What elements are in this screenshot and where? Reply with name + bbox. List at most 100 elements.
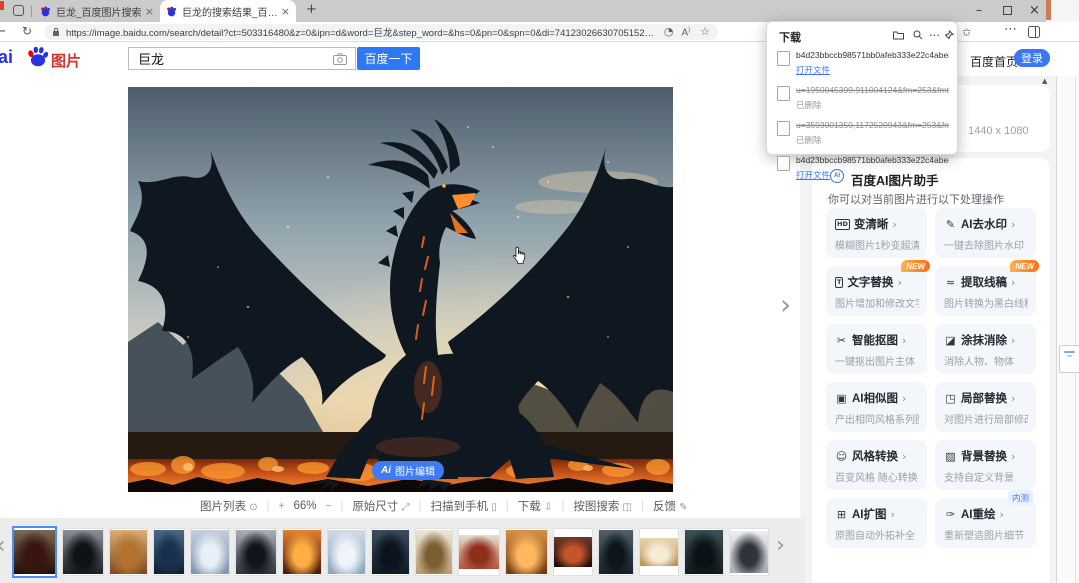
tool-name: 局部替换 bbox=[961, 390, 1007, 406]
image-list-button[interactable]: 图片列表 ⊙ bbox=[200, 498, 258, 514]
chevron-right-icon: › bbox=[1011, 334, 1015, 347]
tab-close-icon[interactable]: × bbox=[281, 6, 290, 17]
download-item[interactable]: u=1950045399,911004124&fm=253&fmt=auto&a… bbox=[767, 81, 957, 116]
thumbnail-image bbox=[416, 530, 452, 574]
search-button[interactable]: 百度一下 bbox=[357, 47, 420, 70]
edge-widget[interactable] bbox=[1059, 345, 1079, 373]
tool-name: 文字替换 bbox=[847, 274, 893, 290]
feedback-button[interactable]: 反馈 ✎ bbox=[653, 498, 688, 514]
download-icon: ⇩ bbox=[544, 502, 552, 513]
chevron-right-icon: › bbox=[891, 508, 895, 521]
image-list-icon: ⊙ bbox=[249, 502, 257, 513]
ai-tool-card[interactable]: NEW T 文字替换 › 图片增加和修改文字 bbox=[826, 266, 927, 316]
ai-tool-card[interactable]: ☺ 风格转换 › 百变风格 随心转换 bbox=[826, 440, 927, 490]
thumbnail-item[interactable] bbox=[235, 528, 277, 576]
sidebar-toggle-icon[interactable] bbox=[1028, 26, 1040, 38]
open-folder-icon[interactable] bbox=[893, 30, 904, 40]
original-size-button[interactable]: 原始尺寸 ⤢ bbox=[352, 498, 409, 514]
zoom-in-button[interactable]: + bbox=[279, 501, 285, 512]
browser-tab[interactable]: 巨龙_百度图片搜索 × bbox=[34, 0, 160, 22]
pin-downloads-icon[interactable] bbox=[944, 30, 954, 40]
tool-name: 背景替换 bbox=[961, 448, 1007, 464]
thumbnail-item[interactable] bbox=[553, 528, 593, 576]
thumbs-next-chevron[interactable]: › bbox=[776, 533, 785, 558]
thumbnail-item[interactable] bbox=[371, 528, 410, 576]
thumbnail-item[interactable] bbox=[458, 528, 500, 576]
thumbnail-item[interactable] bbox=[327, 528, 366, 576]
search-input[interactable]: 巨龙 bbox=[128, 47, 356, 70]
thumbnail-item[interactable] bbox=[153, 528, 185, 576]
thumbnail-item[interactable] bbox=[282, 528, 322, 576]
refresh-icon[interactable]: ↻ bbox=[22, 24, 32, 38]
thumbnail-item[interactable] bbox=[109, 528, 148, 576]
search-by-image-button[interactable]: 按图搜索 ◫ bbox=[573, 498, 632, 514]
ai-tool-card[interactable]: NEW ≈ 提取线稿 › 图片转换为黑白线稿 bbox=[935, 266, 1036, 316]
tab-close-icon[interactable]: × bbox=[145, 6, 154, 17]
thumbnail-item[interactable] bbox=[62, 528, 104, 576]
download-status[interactable]: 已删除 bbox=[796, 134, 822, 146]
download-item[interactable]: u=3593001350,1172520943&fm=253&fmt=auto&… bbox=[767, 116, 957, 151]
baidu-home-link[interactable]: 百度首页 bbox=[970, 53, 1018, 70]
thumbnail-item[interactable] bbox=[505, 528, 548, 576]
ai-tool-card[interactable]: ▣ AI相似图 › 产出相同风格系列图 bbox=[826, 382, 927, 432]
thumbnail-item[interactable] bbox=[190, 528, 230, 576]
download-status[interactable]: 打开文件 bbox=[796, 169, 830, 181]
ai-tool-card[interactable]: ⊞ AI扩图 › 原图自动外拓补全 bbox=[826, 498, 927, 548]
thumbnail-item[interactable] bbox=[729, 528, 769, 576]
download-status[interactable]: 已删除 bbox=[796, 99, 822, 111]
next-image-chevron[interactable]: › bbox=[780, 288, 791, 321]
main-image-dragon[interactable] bbox=[128, 87, 673, 492]
more-menu-icon[interactable]: ⋯ bbox=[1004, 22, 1017, 37]
search-downloads-icon[interactable] bbox=[913, 30, 923, 40]
ai-tool-card[interactable]: ✂ 智能抠图 › 一键抠出图片主体 bbox=[826, 324, 927, 374]
tab-title: 巨龙_百度图片搜索 bbox=[56, 4, 142, 19]
immersive-reader-icon[interactable]: ◔ bbox=[664, 24, 674, 40]
thumbnail-image bbox=[372, 530, 409, 574]
thumbnail-item[interactable] bbox=[598, 528, 634, 576]
window-minimize-button[interactable]: – bbox=[976, 3, 982, 17]
thumbs-prev-chevron[interactable]: ‹ bbox=[0, 531, 6, 559]
address-bar[interactable]: https://image.baidu.com/search/detail?ct… bbox=[44, 24, 718, 40]
collections-icon[interactable]: ✩ bbox=[962, 26, 971, 39]
window-close-button[interactable]: × bbox=[1029, 3, 1040, 18]
thumbnail-image bbox=[236, 530, 276, 574]
tool-description: 产出相同风格系列图 bbox=[835, 411, 919, 426]
ai-image-edit-button[interactable]: Ai 图片编辑 bbox=[372, 461, 444, 480]
read-aloud-icon[interactable]: A) bbox=[681, 22, 690, 41]
ai-tool-card[interactable]: 内测 ✑ AI重绘 › 重新塑造图片细节 bbox=[935, 498, 1036, 548]
thumbnail-item[interactable] bbox=[12, 526, 57, 578]
ai-tool-card[interactable]: HD 变清晰 › 模糊图片1秒变超清 bbox=[826, 208, 927, 258]
tab-actions-icon[interactable] bbox=[13, 5, 24, 16]
window-maximize-button[interactable] bbox=[1003, 6, 1012, 15]
thumbnail-item[interactable] bbox=[415, 528, 453, 576]
new-tab-button[interactable]: + bbox=[306, 2, 317, 17]
ai-tool-card[interactable]: ✎ AI去水印 › 一键去除图片水印 bbox=[935, 208, 1036, 258]
edge-panel-strip bbox=[1056, 76, 1079, 583]
download-status[interactable]: 打开文件 bbox=[796, 64, 830, 76]
download-item[interactable]: b4d23bbccb98571bb0afeb333e22c4abe8a8ca75… bbox=[767, 46, 957, 81]
login-button[interactable]: 登录 bbox=[1014, 49, 1050, 67]
tool-icon: T bbox=[835, 277, 843, 288]
browser-tab[interactable]: 巨龙的搜索结果_百度图片搜索 × bbox=[160, 0, 296, 22]
favorite-star-icon[interactable]: ☆ bbox=[700, 24, 710, 40]
file-icon bbox=[777, 86, 790, 101]
download-button[interactable]: 下载 ⇩ bbox=[518, 498, 553, 514]
ai-tool-card[interactable]: ▨ 背景替换 › 支持自定义背景 bbox=[935, 440, 1036, 490]
back-icon[interactable]: ← bbox=[0, 24, 6, 39]
thumbnail-item[interactable] bbox=[684, 528, 724, 576]
ai-tool-card[interactable]: ◳ 局部替换 › 对图片进行局部修改 bbox=[935, 382, 1036, 432]
thumbnail-image bbox=[685, 530, 723, 574]
thumbnail-image bbox=[459, 535, 499, 569]
download-item[interactable]: b4d23bbccb98571bb0afeb333e22c4abe8a8ca75… bbox=[767, 151, 957, 186]
downloads-list: b4d23bbccb98571bb0afeb333e22c4abe8a8ca75… bbox=[767, 46, 957, 186]
ai-tool-card[interactable]: ◪ 涂抹消除 › 消除人物、物体 bbox=[935, 324, 1036, 374]
thumbnail-item[interactable] bbox=[639, 528, 679, 576]
search-by-image-icon: ◫ bbox=[623, 502, 632, 513]
downloads-more-icon[interactable]: … bbox=[929, 26, 940, 39]
camera-icon[interactable] bbox=[333, 53, 347, 65]
download-filename: u=3593001350,1172520943&fm=253&fmt=auto&… bbox=[796, 120, 949, 130]
scan-to-phone-button[interactable]: 扫描到手机 ▯ bbox=[431, 498, 497, 514]
downloads-title: 下载 bbox=[779, 29, 801, 45]
zoom-out-button[interactable]: − bbox=[325, 501, 331, 512]
scroll-up-arrow[interactable]: ▲ bbox=[1042, 77, 1047, 85]
